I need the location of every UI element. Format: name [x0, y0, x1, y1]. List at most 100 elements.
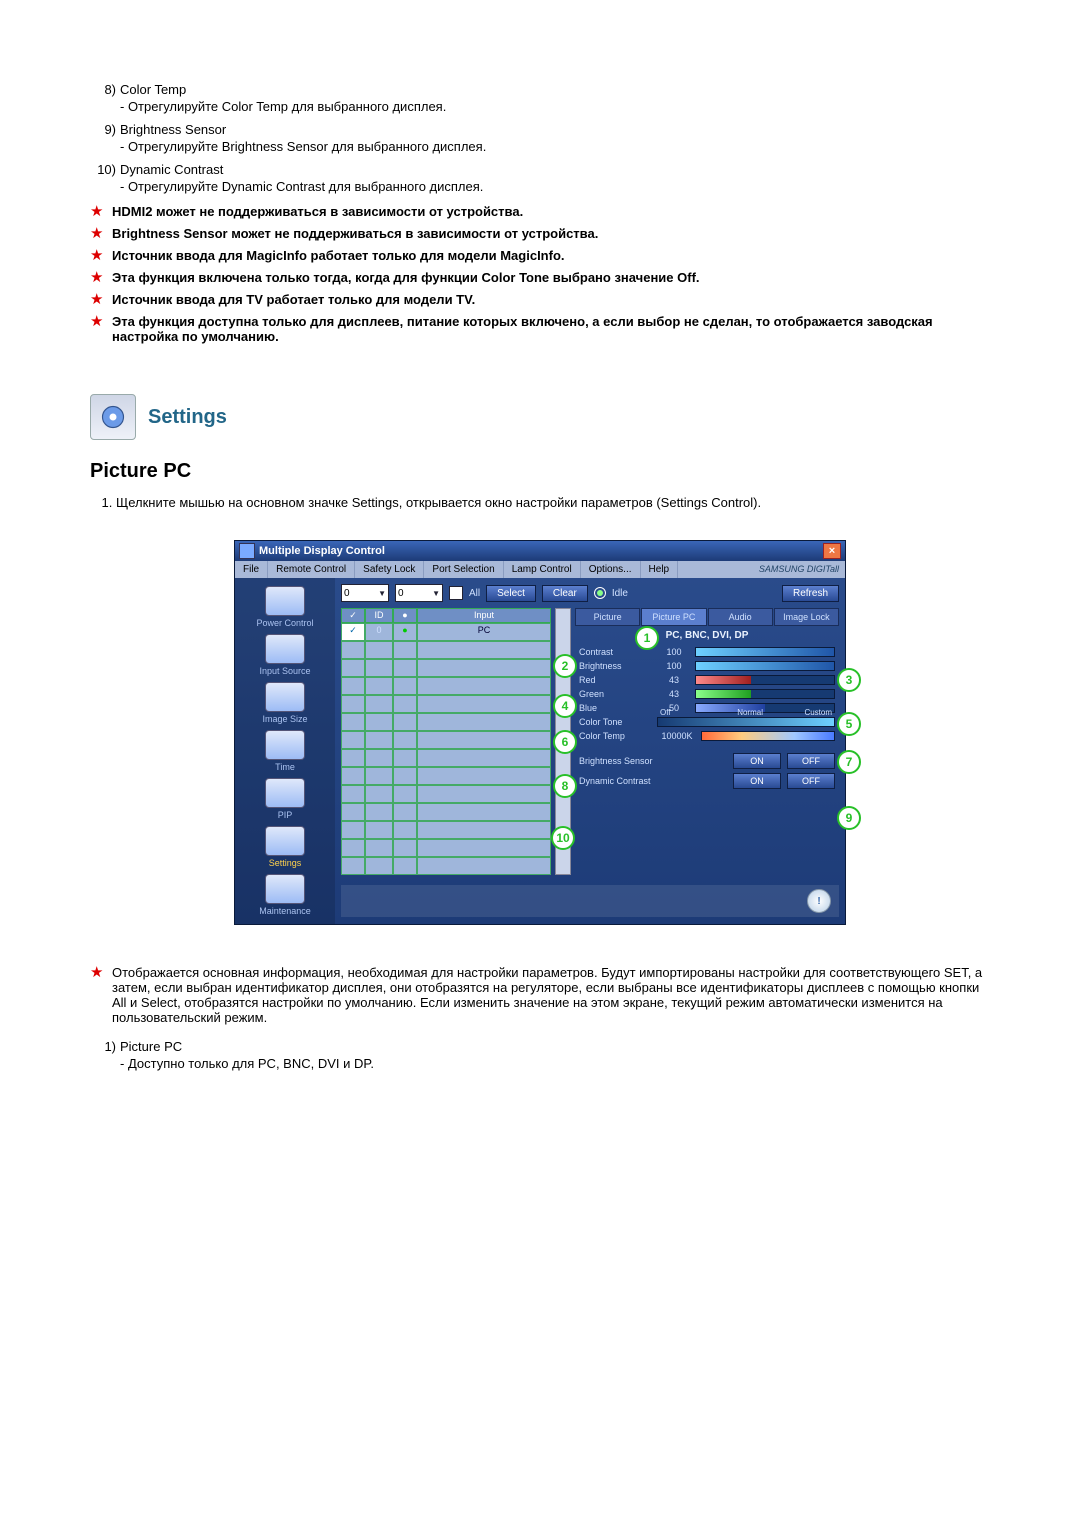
- callout-1: 1: [635, 626, 659, 650]
- table-row: [341, 731, 551, 749]
- sidebar-label: Maintenance: [259, 906, 311, 916]
- sidebar-item-time[interactable]: Time: [248, 730, 322, 772]
- maintenance-icon: [265, 874, 305, 904]
- sidebar-item-power[interactable]: Power Control: [248, 586, 322, 628]
- range-start-select[interactable]: 0: [341, 584, 389, 602]
- green-value: 43: [657, 689, 691, 699]
- menu-port[interactable]: Port Selection: [424, 561, 503, 578]
- table-row: [341, 821, 551, 839]
- star-icon: ★: [90, 965, 112, 1025]
- table-row: [341, 659, 551, 677]
- bsensor-off-button[interactable]: OFF: [787, 753, 835, 769]
- callout-5: 5: [837, 712, 861, 736]
- red-value: 43: [657, 675, 691, 685]
- contrast-slider[interactable]: [695, 647, 835, 657]
- bsensor-on-button[interactable]: ON: [733, 753, 781, 769]
- clear-button[interactable]: Clear: [542, 585, 588, 602]
- dcontrast-on-button[interactable]: ON: [733, 773, 781, 789]
- item-num: 10): [90, 162, 120, 177]
- callout-3: 3: [837, 668, 861, 692]
- item-sub: - Отрегулируйте Brightness Sensor для вы…: [120, 139, 990, 154]
- settings-header: Settings: [90, 394, 990, 440]
- titlebar: Multiple Display Control ×: [235, 541, 845, 561]
- sidebar-label: Power Control: [256, 618, 313, 628]
- item-sub: - Отрегулируйте Dynamic Contrast для выб…: [120, 179, 990, 194]
- sidebar-item-settings[interactable]: Settings: [248, 826, 322, 868]
- item-title: Dynamic Contrast: [120, 162, 990, 177]
- star-icon: ★: [90, 226, 112, 242]
- table-row: [341, 713, 551, 731]
- idle-radio[interactable]: [594, 587, 606, 599]
- idle-label: Idle: [612, 588, 628, 599]
- item-title: Brightness Sensor: [120, 122, 990, 137]
- tab-audio[interactable]: Audio: [708, 608, 773, 626]
- table-row: [341, 857, 551, 875]
- grid-head-id: ID: [365, 608, 393, 623]
- contrast-value: 100: [657, 647, 691, 657]
- menu-safety[interactable]: Safety Lock: [355, 561, 424, 578]
- all-checkbox[interactable]: [449, 586, 463, 600]
- red-slider[interactable]: [695, 675, 835, 685]
- callout-6: 6: [553, 730, 577, 754]
- star-icon: ★: [90, 270, 112, 286]
- item-title: Color Temp: [120, 82, 990, 97]
- table-row: [341, 641, 551, 659]
- refresh-button[interactable]: Refresh: [782, 585, 839, 602]
- dcontrast-off-button[interactable]: OFF: [787, 773, 835, 789]
- colortemp-slider[interactable]: [701, 731, 835, 741]
- colortone-slider[interactable]: Off Normal Custom: [657, 717, 835, 727]
- green-label: Green: [579, 689, 653, 699]
- menu-help[interactable]: Help: [641, 561, 679, 578]
- close-icon[interactable]: ×: [823, 543, 841, 559]
- item-num: 9): [90, 122, 120, 137]
- sidebar-label: Time: [275, 762, 295, 772]
- sidebar-item-maintenance[interactable]: Maintenance: [248, 874, 322, 916]
- brightness-slider[interactable]: [695, 661, 835, 671]
- callout-10: 10: [551, 826, 575, 850]
- callout-7: 7: [837, 750, 861, 774]
- menu-lamp[interactable]: Lamp Control: [504, 561, 581, 578]
- menu-remote[interactable]: Remote Control: [268, 561, 355, 578]
- display-grid: ✓ ID ● Input ✓ 0 ● PC: [341, 608, 551, 875]
- callout-4: 4: [553, 694, 577, 718]
- row-input: PC: [417, 623, 551, 641]
- note-text: HDMI2 может не поддерживаться в зависимо…: [112, 204, 990, 220]
- sidebar-item-pip[interactable]: PIP: [248, 778, 322, 820]
- section-title: Picture PC: [90, 460, 990, 483]
- numbered-list-top: 8)Color Temp - Отрегулируйте Color Temp …: [90, 82, 990, 194]
- dcontrast-label: Dynamic Contrast: [579, 776, 689, 786]
- star-icon: ★: [90, 292, 112, 308]
- row-check[interactable]: ✓: [341, 623, 365, 641]
- colortemp-label: Color Temp: [579, 731, 653, 741]
- menu-file[interactable]: File: [235, 561, 268, 578]
- brightness-value: 100: [657, 661, 691, 671]
- note-text: Эта функция доступна только для дисплеев…: [112, 314, 990, 344]
- sidebar-item-image-size[interactable]: Image Size: [248, 682, 322, 724]
- tone-off-label: Off: [660, 708, 671, 717]
- bsensor-label: Brightness Sensor: [579, 756, 689, 766]
- tab-image-lock[interactable]: Image Lock: [774, 608, 839, 626]
- input-icon: [265, 634, 305, 664]
- green-slider[interactable]: [695, 689, 835, 699]
- settings-title: Settings: [148, 406, 227, 429]
- note-text: Источник ввода для MagicInfo работает то…: [112, 248, 990, 264]
- select-button[interactable]: Select: [486, 585, 536, 602]
- table-row: [341, 677, 551, 695]
- panel-title: PC, BNC, DVI, DP: [575, 626, 839, 645]
- note-text: Отображается основная информация, необхо…: [112, 965, 990, 1025]
- table-row: [341, 695, 551, 713]
- table-row: [341, 767, 551, 785]
- sidebar-item-input[interactable]: Input Source: [248, 634, 322, 676]
- table-row: [341, 785, 551, 803]
- colortone-label: Color Tone: [579, 717, 653, 727]
- blue-label: Blue: [579, 703, 653, 713]
- app-window: Multiple Display Control × File Remote C…: [234, 540, 846, 925]
- settings-sb-icon: [265, 826, 305, 856]
- sidebar-label: PIP: [278, 810, 293, 820]
- item-title: Picture PC: [120, 1039, 990, 1054]
- tab-picture[interactable]: Picture: [575, 608, 640, 626]
- table-row[interactable]: ✓ 0 ● PC: [341, 623, 551, 641]
- range-end-select[interactable]: 0: [395, 584, 443, 602]
- tab-picture-pc[interactable]: Picture PC: [641, 608, 706, 626]
- menu-options[interactable]: Options...: [581, 561, 641, 578]
